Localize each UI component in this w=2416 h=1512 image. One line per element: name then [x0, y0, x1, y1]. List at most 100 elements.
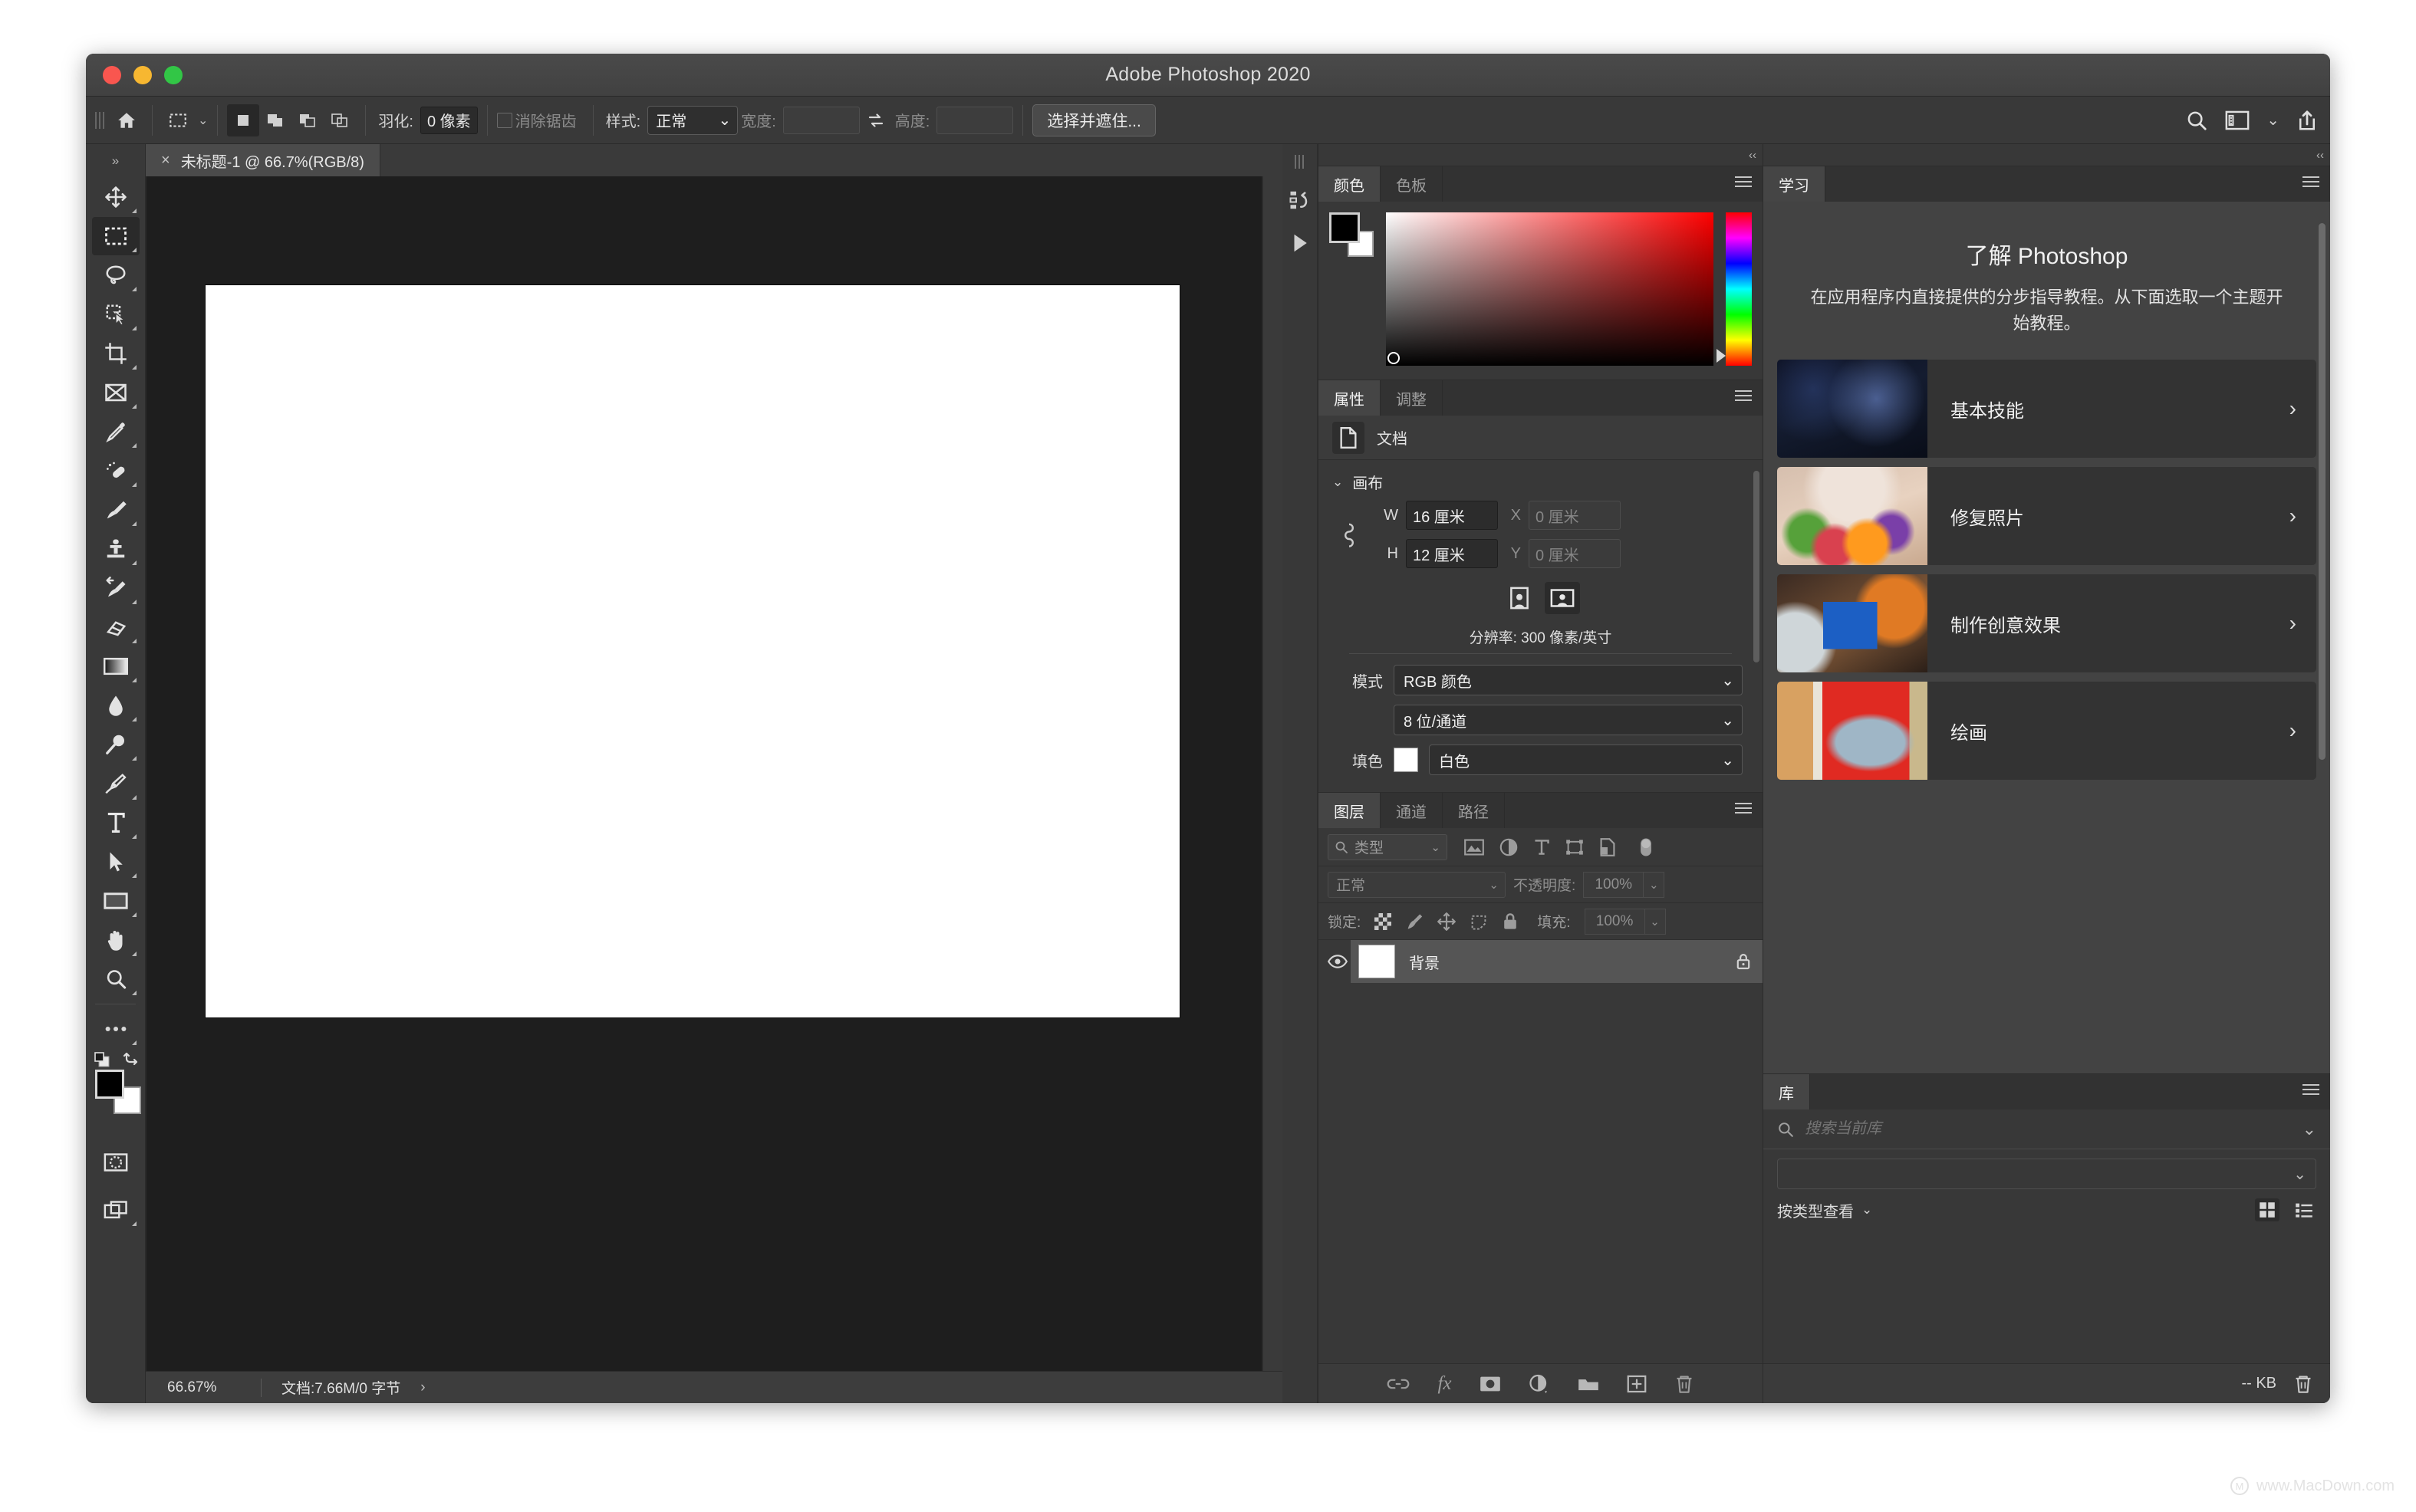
- portrait-orientation-button[interactable]: [1502, 582, 1537, 614]
- blur-tool[interactable]: [92, 686, 140, 725]
- learn-panel-scrollbar[interactable]: [2319, 223, 2325, 760]
- fill-stepper-caret[interactable]: ⌄: [1644, 908, 1666, 935]
- layer-filter-type-select[interactable]: 类型 ⌄: [1328, 833, 1447, 860]
- panel-menu-icon[interactable]: [2302, 176, 2319, 190]
- actions-panel-icon[interactable]: [1290, 232, 1310, 255]
- table-row[interactable]: 背景: [1318, 940, 1763, 983]
- lock-icon[interactable]: [1735, 952, 1752, 971]
- chevron-down-icon[interactable]: ⌄: [198, 113, 208, 128]
- toolbar-expand-button[interactable]: »: [86, 144, 145, 178]
- quick-selection-tool[interactable]: [92, 295, 140, 334]
- path-selection-tool[interactable]: [92, 843, 140, 881]
- home-icon[interactable]: [110, 104, 143, 136]
- gradient-tool[interactable]: [92, 647, 140, 685]
- chevron-right-icon[interactable]: ›: [2289, 504, 2316, 528]
- zoom-tool[interactable]: [92, 960, 140, 998]
- swap-arrows-icon[interactable]: [860, 104, 892, 136]
- canvas-stage[interactable]: [146, 176, 1262, 1371]
- layer-mask-icon[interactable]: [1480, 1376, 1501, 1392]
- canvas-section-header[interactable]: ⌄ 画布: [1318, 460, 1763, 501]
- height-input[interactable]: 12 厘米: [1406, 539, 1498, 568]
- lock-all-icon[interactable]: [1502, 912, 1519, 931]
- new-group-icon[interactable]: [1578, 1376, 1599, 1392]
- move-tool[interactable]: [92, 178, 140, 216]
- intersect-selection-button[interactable]: [324, 104, 356, 136]
- blend-mode-select[interactable]: 正常 ⌄: [1328, 871, 1506, 898]
- color-spectrum-field[interactable]: [1386, 212, 1713, 366]
- panel-menu-icon[interactable]: [1735, 803, 1752, 817]
- brush-tool[interactable]: [92, 491, 140, 529]
- chevron-right-icon[interactable]: ›: [2289, 396, 2316, 421]
- tab-libraries[interactable]: 库: [1763, 1074, 1810, 1109]
- dock-collapse-header[interactable]: ‹‹: [1318, 144, 1763, 166]
- library-view-label[interactable]: 按类型查看: [1777, 1199, 1854, 1221]
- eyedropper-tool[interactable]: [92, 413, 140, 451]
- panel-menu-icon[interactable]: [1735, 390, 1752, 404]
- right-dock-collapse-header[interactable]: ‹‹: [1763, 144, 2330, 166]
- antialias-checkbox[interactable]: [496, 112, 512, 128]
- adjustment-layers-filter-icon[interactable]: [1499, 838, 1518, 856]
- lasso-tool[interactable]: [92, 256, 140, 294]
- default-colors-icon[interactable]: [94, 1051, 110, 1067]
- canvas-vertical-scrollbar[interactable]: [1262, 176, 1282, 1371]
- style-select[interactable]: 正常 ⌄: [647, 105, 739, 135]
- layer-name[interactable]: 背景: [1409, 951, 1721, 973]
- chevron-right-icon[interactable]: ›: [420, 1379, 425, 1396]
- tab-paths[interactable]: 路径: [1443, 793, 1505, 828]
- screen-mode-icon[interactable]: [92, 1191, 140, 1229]
- feather-input[interactable]: 0 像素: [420, 106, 478, 134]
- fill-color-swatch[interactable]: [1394, 748, 1418, 772]
- clone-stamp-tool[interactable]: [92, 530, 140, 568]
- hand-tool[interactable]: [92, 921, 140, 959]
- lock-image-pixels-icon[interactable]: [1405, 912, 1424, 931]
- tab-color[interactable]: 颜色: [1318, 166, 1381, 202]
- dock-grip[interactable]: [1294, 155, 1305, 169]
- search-icon[interactable]: [2185, 109, 2208, 132]
- fill-color-select[interactable]: 白色 ⌄: [1429, 744, 1743, 775]
- eraser-tool[interactable]: [92, 608, 140, 646]
- tab-channels[interactable]: 通道: [1381, 793, 1443, 828]
- trash-icon[interactable]: [2293, 1374, 2313, 1394]
- crop-tool[interactable]: [92, 334, 140, 373]
- color-mode-select[interactable]: RGB 颜色 ⌄: [1394, 665, 1743, 695]
- layer-thumbnail[interactable]: [1358, 945, 1395, 978]
- new-selection-button[interactable]: [227, 104, 260, 136]
- chevron-right-icon[interactable]: ›: [2289, 718, 2316, 743]
- document-tab[interactable]: × 未标题-1 @ 66.7%(RGB/8): [146, 144, 380, 176]
- pixel-layers-filter-icon[interactable]: [1464, 838, 1484, 856]
- history-panel-icon[interactable]: [1289, 189, 1312, 212]
- type-layers-filter-icon[interactable]: [1533, 839, 1550, 856]
- link-dimensions-icon[interactable]: [1326, 521, 1372, 548]
- chevron-down-icon[interactable]: ⌄: [1861, 1202, 1872, 1218]
- new-layer-icon[interactable]: [1627, 1375, 1647, 1393]
- list-item[interactable]: 制作创意效果 ›: [1777, 574, 2316, 673]
- opacity-stepper-caret[interactable]: ⌄: [1643, 871, 1665, 898]
- eye-icon[interactable]: [1325, 954, 1351, 969]
- chevron-down-icon[interactable]: ⌄: [2266, 110, 2279, 130]
- marquee-tool-icon[interactable]: [162, 104, 194, 136]
- list-view-icon[interactable]: [2292, 1198, 2316, 1221]
- share-icon[interactable]: [2296, 109, 2318, 132]
- close-icon[interactable]: ×: [161, 152, 170, 169]
- lock-transparent-pixels-icon[interactable]: [1374, 912, 1392, 930]
- foreground-color-swatch[interactable]: [1329, 212, 1360, 243]
- panel-menu-icon[interactable]: [2302, 1084, 2319, 1098]
- smart-object-filter-icon[interactable]: [1599, 837, 1616, 856]
- options-bar-grip[interactable]: [95, 106, 104, 134]
- y-input[interactable]: 0 厘米: [1529, 539, 1621, 568]
- grid-view-icon[interactable]: [2255, 1198, 2279, 1221]
- subtract-from-selection-button[interactable]: [291, 104, 324, 136]
- tab-learn[interactable]: 学习: [1763, 166, 1825, 202]
- opacity-input[interactable]: 100%: [1583, 871, 1644, 898]
- lock-position-icon[interactable]: [1437, 912, 1457, 931]
- layer-row-selected[interactable]: 背景: [1351, 940, 1763, 983]
- tab-swatches[interactable]: 色板: [1381, 166, 1443, 202]
- landscape-orientation-button[interactable]: [1544, 582, 1580, 614]
- library-select[interactable]: ⌄: [1777, 1159, 2316, 1189]
- x-input[interactable]: 0 厘米: [1529, 501, 1621, 530]
- fill-input[interactable]: 100%: [1584, 908, 1644, 935]
- quick-mask-icon[interactable]: [92, 1143, 140, 1182]
- pen-tool[interactable]: [92, 764, 140, 803]
- add-to-selection-button[interactable]: [259, 104, 291, 136]
- rectangular-marquee-tool[interactable]: [91, 217, 140, 255]
